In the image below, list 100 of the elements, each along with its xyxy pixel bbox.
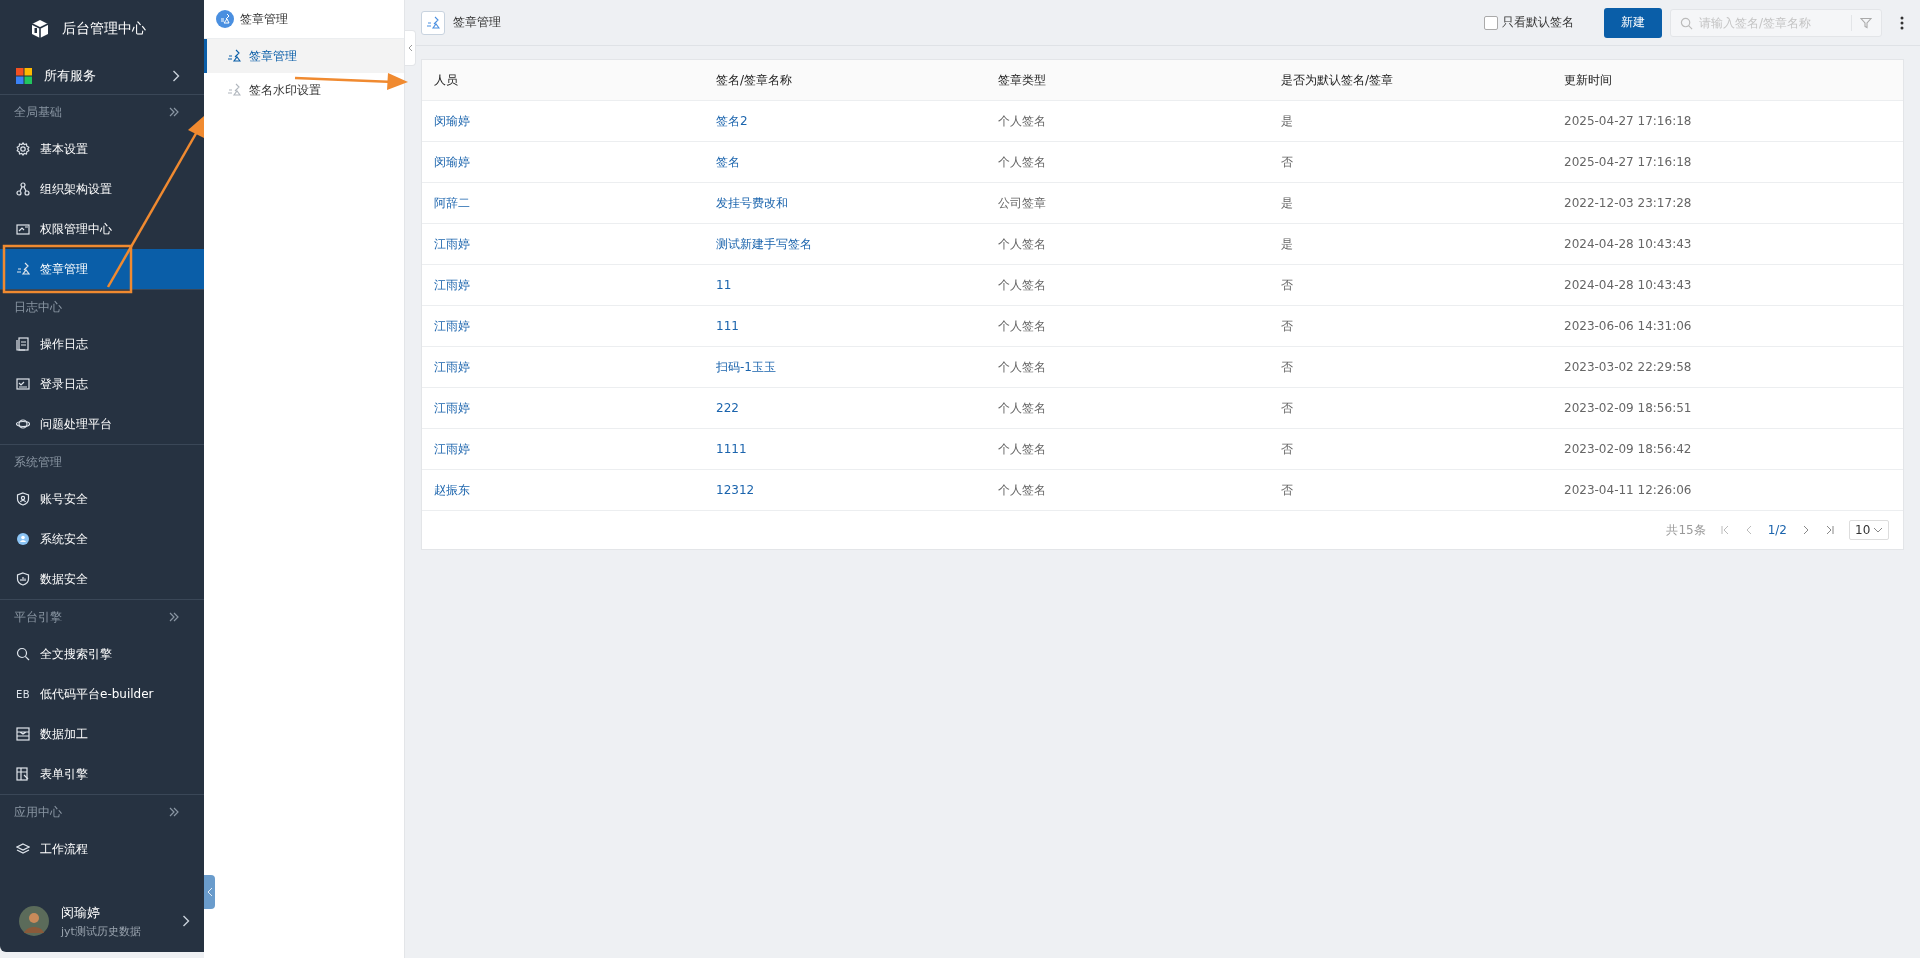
shield-icon [16,492,30,506]
double-chevron-icon[interactable] [168,611,180,623]
group-label: 全局基础 [14,103,62,121]
subnav-item[interactable]: 签名水印设置 [204,73,404,107]
layers-icon [16,842,30,856]
planet-icon [16,417,30,431]
table-cell-text: 公司签章 [997,194,1047,212]
checkbox-label: 只看默认签名 [1502,14,1574,31]
table-link[interactable]: 111 [704,319,986,333]
default-only-checkbox[interactable]: 只看默认签名 [1484,14,1574,31]
nav-item[interactable]: 系统安全 [0,519,204,559]
table-link[interactable]: 签名2 [704,112,986,130]
table-cell-text: 个人签名 [997,235,1047,253]
more-icon[interactable] [1900,15,1904,30]
table-link[interactable]: 江雨婷 [422,358,704,376]
nav-item[interactable]: 签章管理 [0,249,204,289]
first-page-icon[interactable] [1719,525,1730,535]
table-cell-text: 2024-04-28 10:43:43 [1563,237,1693,251]
table-cell-text: 个人签名 [997,481,1047,499]
avatar [19,906,49,936]
subnav-item[interactable]: 签章管理 [204,39,404,73]
table-cell-text: 否 [1280,317,1294,335]
table-cell-text: 是 [1280,235,1294,253]
login-icon [16,377,30,391]
chevron-down-icon [1873,527,1883,533]
table-cell-text: 2024-04-28 10:43:43 [1563,278,1693,292]
table-cell-text: 个人签名 [997,112,1047,130]
table-link[interactable]: 发挂号费改和 [704,194,986,212]
nav-item[interactable]: 工作流程 [0,829,204,869]
search-icon [16,647,30,661]
gear-icon [16,142,30,156]
table-link[interactable]: 江雨婷 [422,317,704,335]
table-link[interactable]: 1111 [704,442,986,456]
table-cell-text: 个人签名 [997,358,1047,376]
seal-icon [227,49,241,63]
table-link[interactable]: 222 [704,401,986,415]
column-header: 人员 [433,71,459,89]
nav-item[interactable]: 登录日志 [0,364,204,404]
table-cell-text: 否 [1280,276,1294,294]
next-page-icon[interactable] [1801,525,1811,535]
org-icon [16,182,30,196]
cube-icon [30,18,50,39]
app-title: 后台管理中心 [62,19,146,38]
seal-icon [227,83,241,97]
table-cell-text: 2023-04-11 12:26:06 [1563,483,1693,497]
nav-item[interactable]: 权限管理中心 [0,209,204,249]
nav-item[interactable]: 账号安全 [0,479,204,519]
last-page-icon[interactable] [1825,525,1835,535]
table-link[interactable]: 江雨婷 [422,235,704,253]
page-size-select[interactable]: 10 [1849,520,1889,540]
filter-icon[interactable] [1860,16,1872,29]
table-link[interactable]: 闵瑜婷 [422,112,704,130]
table-cell-text: 个人签名 [997,276,1047,294]
seal-icon [216,10,234,28]
table-cell-text: 否 [1280,153,1294,171]
column-header: 是否为默认签名/签章 [1280,71,1395,89]
table-link[interactable]: 闵瑜婷 [422,153,704,171]
user-subtitle: jyt测试历史数据 [61,923,142,939]
table-cell-text: 2023-06-06 14:31:06 [1563,319,1693,333]
chevron-left-icon [407,44,413,52]
new-button[interactable]: 新建 [1604,7,1662,38]
nav-item[interactable]: 数据加工 [0,714,204,754]
all-services-menu[interactable]: 所有服务 [0,57,204,95]
double-chevron-icon[interactable] [168,806,180,818]
table-link[interactable]: 签名 [704,153,986,171]
table-link[interactable]: 11 [704,278,986,292]
column-header: 签章类型 [997,71,1047,89]
panel-title: 签章管理 [240,10,288,28]
table-link[interactable]: 扫码-1玉玉 [704,358,986,376]
table-cell-text: 个人签名 [997,317,1047,335]
nav-item[interactable]: 组织架构设置 [0,169,204,209]
nav-item[interactable]: 操作日志 [0,324,204,364]
collapse-handle[interactable] [405,30,416,66]
nav-item[interactable]: 基本设置 [0,129,204,169]
table-link[interactable]: 测试新建手写签名 [704,235,986,253]
double-chevron-icon[interactable] [168,106,180,118]
table-link[interactable]: 江雨婷 [422,440,704,458]
group-label: 应用中心 [14,803,62,821]
chevron-right-icon [182,915,190,927]
group-label: 平台引擎 [14,608,62,626]
nav-item[interactable]: EB 低代码平台e-builder [0,674,204,714]
table-link[interactable]: 江雨婷 [422,399,704,417]
table-cell-text: 否 [1280,440,1294,458]
table-link[interactable]: 阿辞二 [422,194,704,212]
table-link[interactable]: 12312 [704,483,986,497]
collapse-handle[interactable] [204,875,215,909]
table-cell-text: 否 [1280,358,1294,376]
nav-item[interactable]: 数据安全 [0,559,204,599]
table-cell-text: 是 [1280,194,1294,212]
table-cell-text: 是 [1280,112,1294,130]
user-menu[interactable]: 闵瑜婷 jyt测试历史数据 [0,890,204,952]
table-link[interactable]: 江雨婷 [422,276,704,294]
nav-item[interactable]: 全文搜索引擎 [0,634,204,674]
checkbox[interactable] [1484,15,1498,30]
user-name: 闵瑜婷 [61,903,101,922]
table-link[interactable]: 赵振东 [422,481,704,499]
table-cell-text: 2023-02-09 18:56:51 [1563,401,1693,415]
nav-item[interactable]: 表单引擎 [0,754,204,794]
table-cell-text: 2022-12-03 23:17:28 [1563,196,1693,210]
nav-item[interactable]: 问题处理平台 [0,404,204,444]
